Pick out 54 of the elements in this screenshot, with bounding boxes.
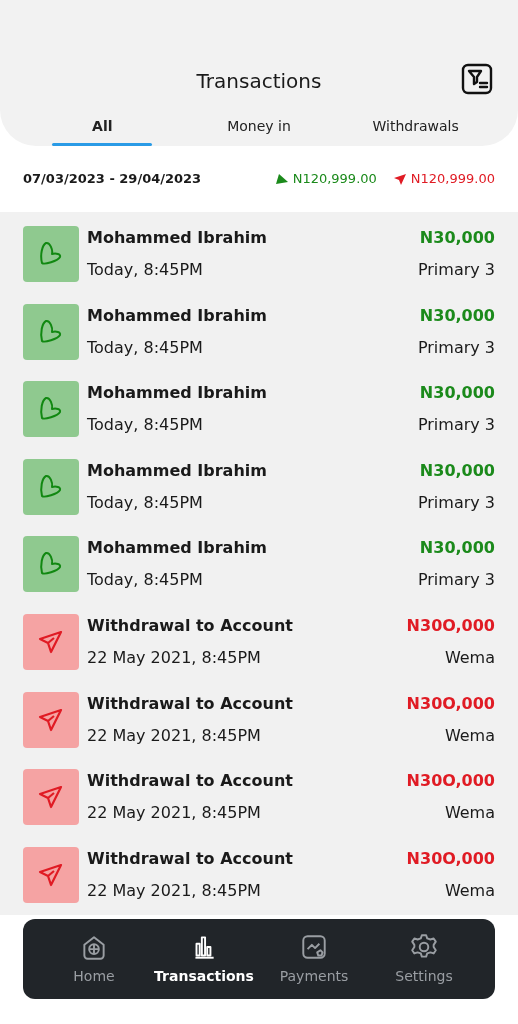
transaction-amount: N30O,000 <box>406 614 495 637</box>
account-name: Primary 3 <box>417 336 495 359</box>
account-name: Wema <box>444 879 495 902</box>
account-name: Wema <box>444 724 495 747</box>
money-in-icon <box>274 173 289 185</box>
transaction-title: Mohammed Ibrahim <box>87 459 267 482</box>
transaction-time: 22 May 2021, 8:45PM <box>87 879 261 902</box>
date-range: 07/03/2023 - 29/04/2023 <box>23 170 202 189</box>
account-name: Primary 3 <box>417 414 495 437</box>
account-name: Wema <box>444 646 495 669</box>
transaction-title: Withdrawal to Account <box>87 692 293 715</box>
transaction-time: Today, 8:45PM <box>87 259 203 281</box>
nav-tab[interactable]: Home <box>39 931 149 987</box>
transaction-amount: N30,000 <box>419 382 495 405</box>
money-out-total: N120,999.00 <box>410 170 495 189</box>
account-name: Wema <box>444 802 495 825</box>
tab[interactable]: Money in <box>180 116 338 143</box>
transaction-title: Mohammed Ibrahim <box>87 382 267 405</box>
transaction-amount: N30O,000 <box>406 847 495 870</box>
transaction-amount: N30O,000 <box>406 692 495 715</box>
nav-tab[interactable]: Payments <box>259 931 369 987</box>
transaction-time: 22 May 2021, 8:45PM <box>87 646 261 669</box>
nav-tab[interactable]: Settings <box>369 931 479 987</box>
transaction-title: Withdrawal to Account <box>87 770 293 793</box>
send-icon <box>23 846 79 903</box>
transaction-time: 22 May 2021, 8:45PM <box>87 724 261 747</box>
transaction-title: Mohammed Ibrahim <box>87 227 267 249</box>
transaction-time: Today, 8:45PM <box>87 336 203 359</box>
transaction-title: Mohammed Ibrahim <box>87 304 267 327</box>
transaction-title: Withdrawal to Account <box>87 614 293 637</box>
account-name: Primary 3 <box>417 259 495 281</box>
transaction-amount: N30,000 <box>419 537 495 560</box>
transaction-amount: N30,000 <box>419 227 495 249</box>
transaction-time: Today, 8:45PM <box>87 491 203 514</box>
transaction-time: Today, 8:45PM <box>87 414 203 437</box>
send-icon <box>23 613 79 670</box>
transaction-time: Today, 8:45PM <box>87 569 203 592</box>
money-in-total: N120,999.00 <box>292 170 377 189</box>
send-icon <box>392 172 407 186</box>
send-icon <box>23 691 79 748</box>
transaction-amount: N30,000 <box>419 304 495 327</box>
transaction-title: Mohammed Ibrahim <box>87 537 267 560</box>
page-title: Transactions <box>196 69 322 93</box>
filter-icon[interactable] <box>460 62 494 96</box>
transaction-amount: N30O,000 <box>406 770 495 793</box>
transaction-time: 22 May 2021, 8:45PM <box>87 802 261 825</box>
account-name: Primary 3 <box>417 491 495 514</box>
nav-tab[interactable]: Transactions <box>149 931 259 987</box>
transaction-amount: N30,000 <box>419 459 495 482</box>
tab[interactable]: All <box>24 116 181 143</box>
tab[interactable]: Withdrawals <box>337 116 494 143</box>
transaction-title: Withdrawal to Account <box>87 847 293 870</box>
account-name: Primary 3 <box>417 569 495 592</box>
send-icon <box>23 769 79 826</box>
